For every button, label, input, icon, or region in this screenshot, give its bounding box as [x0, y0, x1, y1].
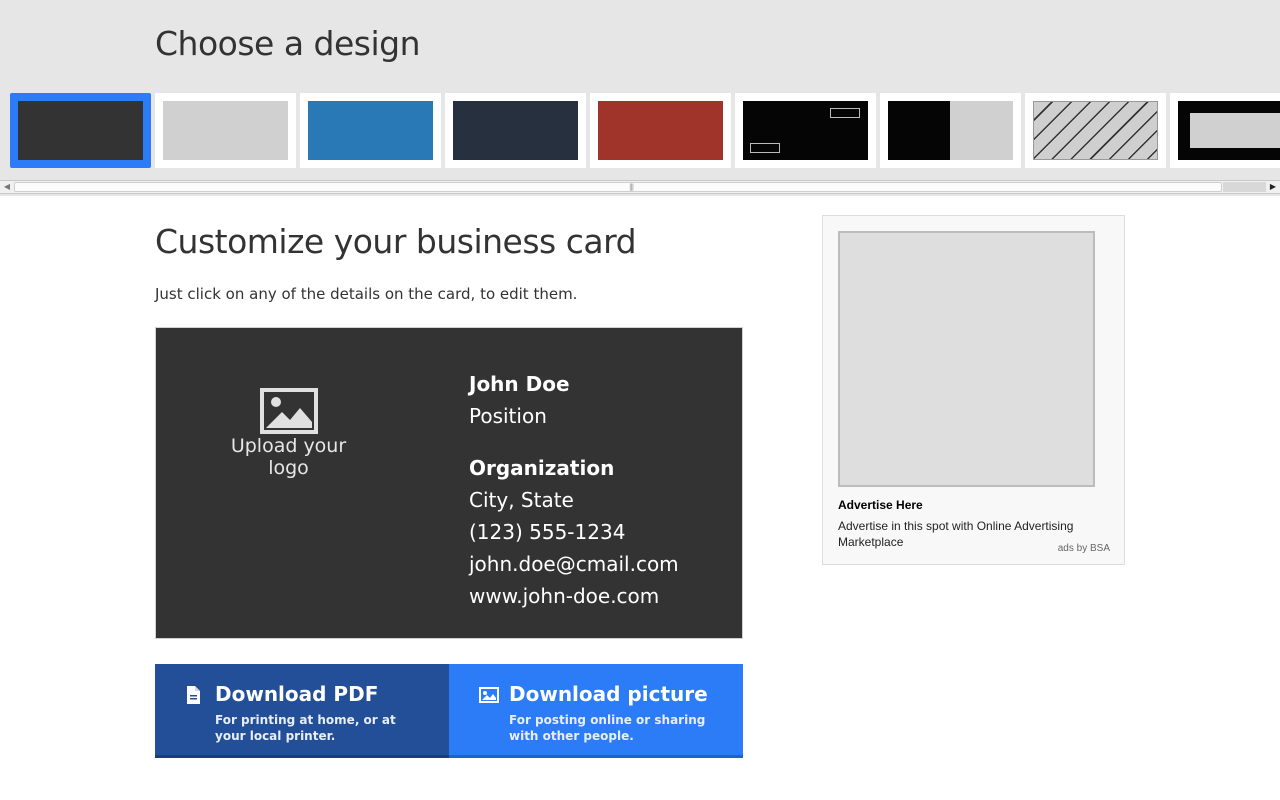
download-picture-button[interactable]: Download picture For posting online or s… — [449, 664, 743, 758]
card-organization[interactable]: Organization — [469, 452, 679, 484]
scroll-right-icon[interactable]: ▶ — [1266, 181, 1280, 193]
scrollbar-thumb[interactable]: ||| — [14, 182, 1222, 192]
design-thumb-black-gray-split[interactable] — [880, 93, 1021, 168]
design-thumb-black-frame[interactable] — [1170, 93, 1280, 168]
business-card-preview[interactable]: Upload your logo John Doe Position Organ… — [155, 327, 743, 639]
image-icon — [259, 388, 318, 434]
card-website[interactable]: www.john-doe.com — [469, 580, 679, 612]
page-subtitle: Just click on any of the details on the … — [155, 285, 578, 303]
ad-title[interactable]: Advertise Here — [838, 498, 923, 512]
page-title: Customize your business card — [155, 222, 637, 261]
upload-logo-area[interactable]: Upload your logo — [216, 388, 361, 479]
design-thumb-black-boxes[interactable] — [735, 93, 876, 168]
download-pdf-description: For printing at home, or at your local p… — [215, 713, 396, 743]
ads-by-link[interactable]: ads by BSA — [1058, 543, 1110, 554]
upload-logo-label: Upload your logo — [230, 435, 347, 479]
download-pdf-button[interactable]: Download PDF For printing at home, or at… — [155, 664, 449, 758]
ad-panel: Advertise Here Advertise in this spot wi… — [822, 215, 1125, 565]
card-name[interactable]: John Doe — [469, 368, 679, 400]
download-pdf-label: Download PDF — [215, 682, 379, 706]
ad-image-placeholder[interactable] — [838, 231, 1095, 487]
design-picker-bar: Choose a design ◀ ||| ▶ — [0, 0, 1280, 196]
design-thumb-diagonal-stripes[interactable] — [1025, 93, 1166, 168]
card-email[interactable]: john.doe@cmail.com — [469, 548, 679, 580]
horizontal-scrollbar[interactable]: ◀ ||| ▶ — [0, 180, 1280, 194]
download-picture-label: Download picture — [509, 682, 708, 706]
card-details: John Doe Position Organization City, Sta… — [469, 368, 679, 612]
card-location[interactable]: City, State — [469, 484, 679, 516]
design-thumb-dark[interactable] — [10, 93, 151, 168]
scroll-left-icon[interactable]: ◀ — [0, 181, 14, 193]
grip-icon: ||| — [629, 183, 634, 191]
picture-icon — [479, 687, 499, 703]
design-thumb-blue[interactable] — [300, 93, 441, 168]
download-picture-description: For posting online or sharing with other… — [509, 713, 706, 743]
card-position[interactable]: Position — [469, 400, 679, 432]
design-thumb-red[interactable] — [590, 93, 731, 168]
design-thumbnails — [0, 93, 1280, 168]
choose-design-title: Choose a design — [155, 24, 421, 63]
document-icon — [187, 686, 200, 704]
card-phone[interactable]: (123) 555-1234 — [469, 516, 679, 548]
design-thumb-navy[interactable] — [445, 93, 586, 168]
design-thumb-light-gray[interactable] — [155, 93, 296, 168]
